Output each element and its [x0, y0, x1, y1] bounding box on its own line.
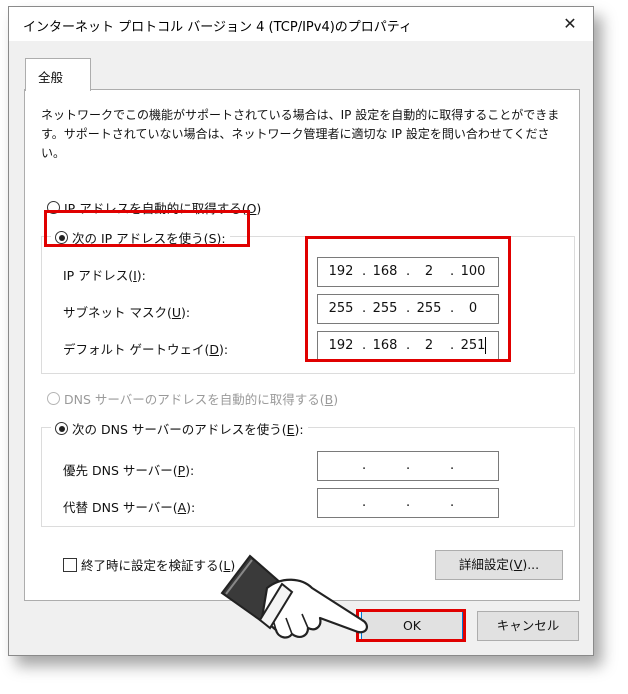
highlight-ip-fields: [305, 236, 511, 362]
pointing-hand-icon: [220, 554, 368, 639]
radio-circle-selected-icon: [55, 422, 68, 435]
dns-manual-radio[interactable]: 次の DNS サーバーのアドレスを使う(E):: [51, 419, 308, 438]
alternate-dns-label: 代替 DNS サーバー(A):: [63, 500, 196, 515]
octet-separator: .: [362, 495, 367, 510]
highlight-manual-ip: [44, 210, 250, 247]
preferred-dns-input[interactable]: . . .: [317, 451, 499, 481]
octet-separator: .: [450, 458, 455, 473]
gateway-label: デフォルト ゲートウェイ(D):: [63, 342, 229, 357]
advanced-button[interactable]: 詳細設定(V)...: [435, 550, 563, 580]
octet-separator: .: [406, 495, 411, 510]
radio-circle-icon: [47, 392, 60, 405]
subnet-mask-label: サブネット マスク(U):: [63, 305, 191, 320]
window-title: インターネット プロトコル バージョン 4 (TCP/IPv4)のプロパティ: [23, 20, 413, 35]
description-text: ネットワークでこの機能がサポートされている場合は、IP 設定を自動的に取得するこ…: [41, 108, 560, 160]
close-icon[interactable]: ✕: [547, 7, 593, 41]
dns-manual-label: 次の DNS サーバーのアドレスを使う(E):: [72, 422, 304, 437]
dns-auto-radio[interactable]: DNS サーバーのアドレスを自動的に取得する(B): [47, 389, 339, 408]
validate-on-exit-checkbox[interactable]: 終了時に設定を検証する(L): [63, 555, 236, 574]
alternate-dns-input[interactable]: . . .: [317, 488, 499, 518]
octet-separator: .: [406, 458, 411, 473]
tab-general[interactable]: 全般: [25, 58, 91, 91]
cancel-button[interactable]: キャンセル: [477, 611, 579, 641]
octet-separator: .: [362, 458, 367, 473]
preferred-dns-label: 優先 DNS サーバー(P):: [63, 463, 195, 478]
octet-separator: .: [450, 495, 455, 510]
checkbox-icon: [63, 557, 77, 572]
ip-address-label: IP アドレス(I):: [63, 268, 146, 283]
dns-auto-label: DNS サーバーのアドレスを自動的に取得する(B): [64, 392, 339, 407]
tab-general-label: 全般: [38, 70, 64, 85]
title-bar: インターネット プロトコル バージョン 4 (TCP/IPv4)のプロパティ ✕: [9, 7, 593, 41]
